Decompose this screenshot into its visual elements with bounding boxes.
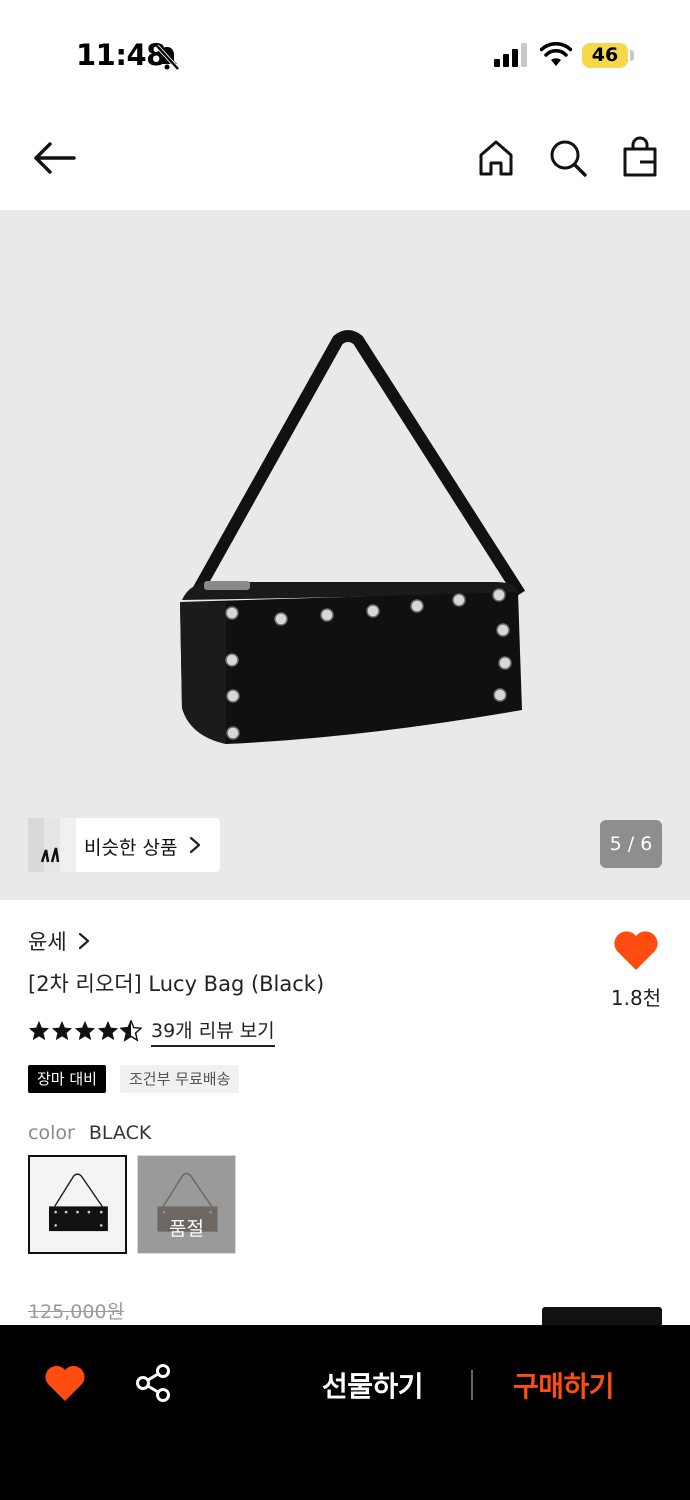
- star-full-icon: [28, 1020, 50, 1041]
- star-half-icon: [120, 1020, 142, 1042]
- tag-rain-season: 장마 대비: [28, 1065, 106, 1093]
- color-swatch-black[interactable]: [28, 1155, 127, 1254]
- color-value: BLACK: [88, 1122, 152, 1144]
- product-image: [180, 330, 526, 744]
- divider: [471, 1370, 473, 1400]
- chevron-right-icon: [189, 836, 201, 854]
- rating-row: 39개 리뷰 보기: [28, 1016, 275, 1047]
- share-icon[interactable]: [134, 1363, 172, 1403]
- gift-button[interactable]: 선물하기: [322, 1365, 424, 1405]
- product-gallery[interactable]: 비슷한 상품 5 / 6: [0, 210, 690, 900]
- soldout-label: 품절: [169, 1218, 204, 1240]
- color-label: color: [28, 1122, 75, 1144]
- star-full-icon: [51, 1020, 73, 1041]
- review-link[interactable]: 39개 리뷰 보기: [151, 1016, 275, 1047]
- similar-products-label: 비슷한 상품: [84, 837, 178, 859]
- image-page-counter: 5 / 6: [600, 820, 662, 868]
- heart-icon[interactable]: [612, 928, 660, 972]
- arrow-left-icon[interactable]: [30, 138, 78, 178]
- original-price: 125,000원: [28, 1301, 125, 1323]
- heart-icon[interactable]: [44, 1363, 86, 1403]
- chevron-right-icon: [78, 932, 89, 950]
- star-full-icon: [74, 1020, 96, 1041]
- wifi-icon: [540, 42, 572, 66]
- battery-tip: [630, 50, 634, 61]
- home-icon[interactable]: [474, 136, 518, 180]
- status-bar: 11:48 46: [0, 0, 690, 110]
- similar-product-thumbnail: [28, 818, 76, 872]
- swatch-black-thumbnail: [49, 1173, 108, 1232]
- top-nav: [0, 110, 690, 210]
- product-title: [2차 리오더] Lucy Bag (Black): [28, 972, 325, 996]
- brand-link[interactable]: 윤세: [28, 926, 91, 956]
- brand-name: 윤세: [28, 930, 67, 954]
- color-row: color BLACK: [28, 1122, 151, 1144]
- buy-button[interactable]: 구매하기: [513, 1365, 615, 1405]
- like-count: 1.8천: [610, 986, 662, 1010]
- search-icon[interactable]: [546, 136, 590, 180]
- battery-indicator: 46: [582, 43, 628, 68]
- bell-muted-icon: [155, 44, 180, 71]
- shopping-bag-icon[interactable]: [618, 136, 662, 180]
- similar-products-button[interactable]: 비슷한 상품: [28, 818, 220, 872]
- star-full-icon: [97, 1020, 119, 1041]
- bottom-action-bar: 선물하기 구매하기: [0, 1325, 690, 1500]
- color-swatch-soldout[interactable]: 품절: [137, 1155, 236, 1254]
- tag-free-shipping: 조건부 무료배송: [120, 1065, 240, 1093]
- cellular-signal-icon: [494, 43, 527, 67]
